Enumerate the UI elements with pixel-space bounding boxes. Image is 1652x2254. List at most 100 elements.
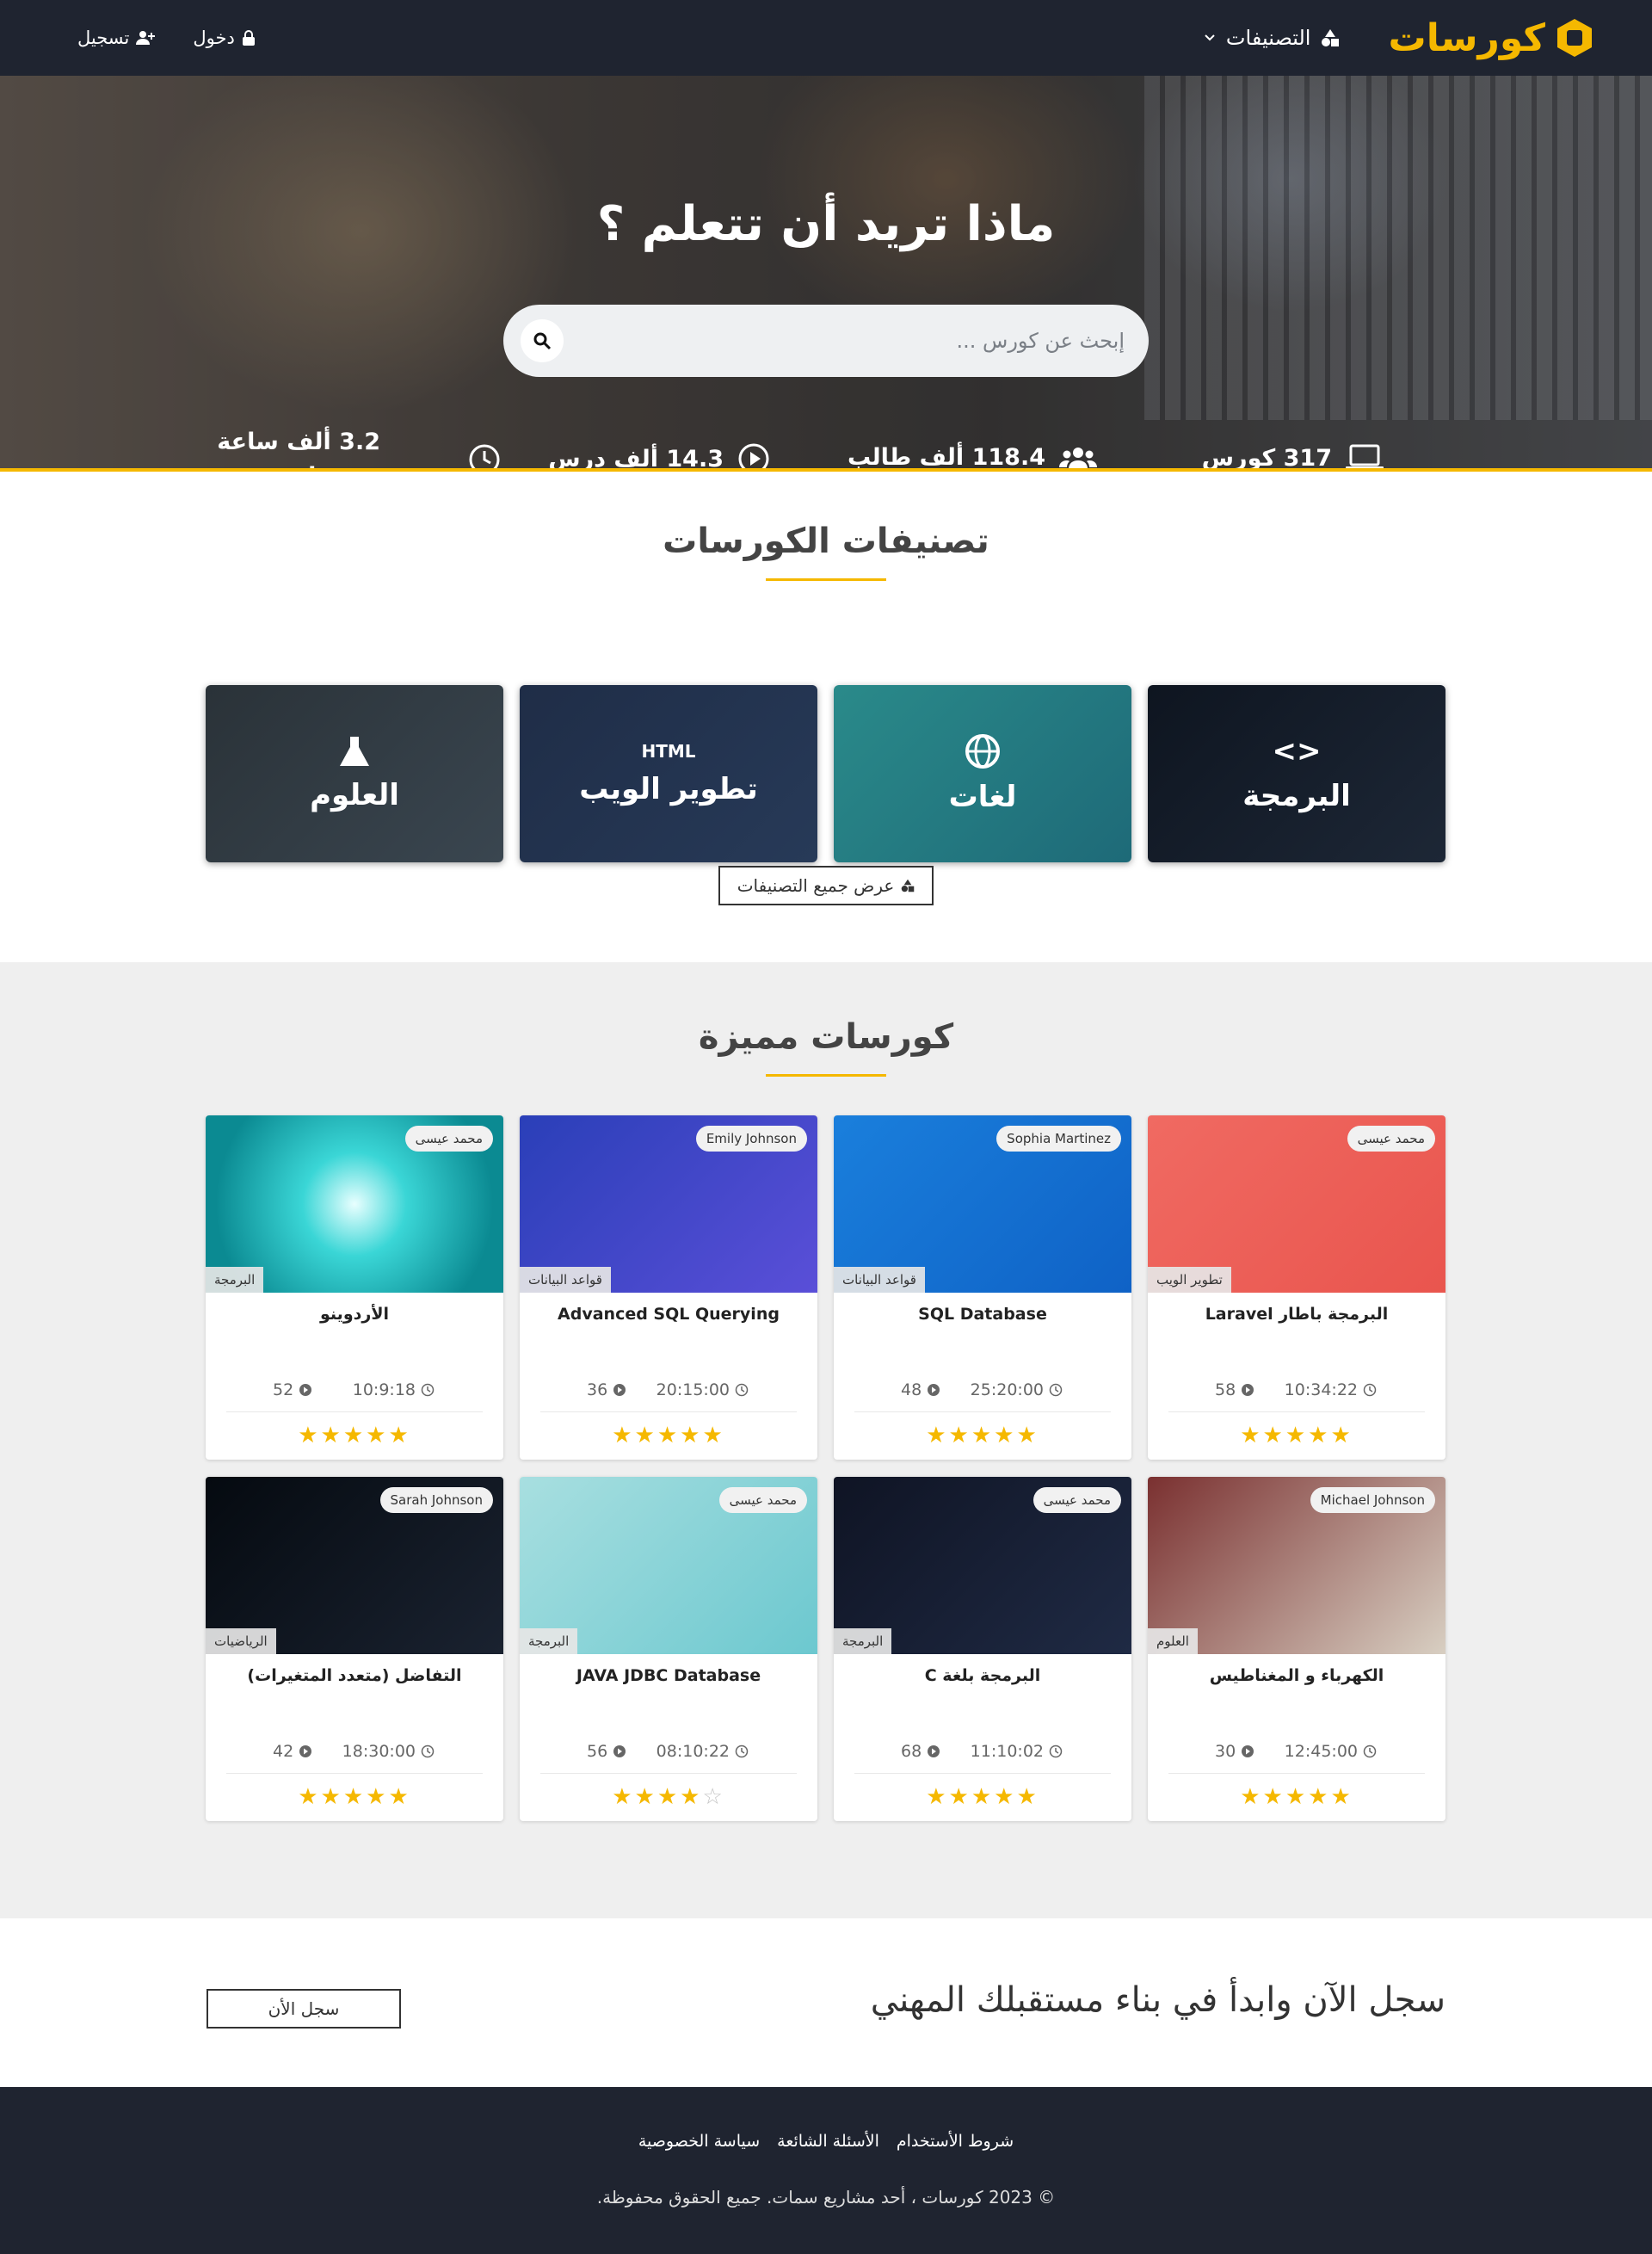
stat-courses: 317 كورس [1202, 444, 1384, 468]
top-navbar: كورسات التصنيفات دخول تسجيل [0, 0, 1652, 76]
course-thumbnail[interactable]: محمد عيسى تطوير الويب [1148, 1115, 1446, 1293]
category-badge[interactable]: البرمجة [834, 1628, 892, 1654]
instructor-badge[interactable]: محمد عيسى [718, 1487, 807, 1513]
instructor-badge[interactable]: محمد عيسى [404, 1126, 493, 1152]
course-duration: 10:9:18 [353, 1380, 435, 1399]
instructor-badge[interactable]: Emily Johnson [695, 1126, 807, 1152]
course-card[interactable]: Sophia Martinez قواعد البيانات SQL Databas… [834, 1115, 1131, 1460]
categories-dropdown[interactable]: التصنيفات [1204, 26, 1341, 50]
instructor-badge[interactable]: محمد عيسى [1032, 1487, 1121, 1513]
category-badge[interactable]: الرياضيات [206, 1628, 276, 1654]
play-circle-icon [1242, 1745, 1254, 1757]
course-card[interactable]: محمد عيسى البرمجة البرمجة بلغة C 68 11:10:02… [834, 1477, 1131, 1821]
categories-label: التصنيفات [1225, 26, 1311, 50]
course-title[interactable]: البرمجة باطار Laravel [1148, 1305, 1446, 1365]
category-badge[interactable]: قواعد البيانات [834, 1267, 925, 1293]
flask-icon [340, 737, 369, 766]
star-filled-icon: ★ [320, 1784, 343, 1810]
html-icon: HTML [641, 741, 696, 762]
star-filled-icon: ★ [680, 1784, 703, 1810]
star-filled-icon: ★ [1285, 1784, 1309, 1810]
course-card[interactable]: Michael Johnson العلوم الكهرباء و المغناطي… [1148, 1477, 1446, 1821]
footer-link-faq[interactable]: الأسئلة الشائعة [777, 2132, 879, 2151]
clock-icon [421, 1745, 435, 1758]
chevron-down-icon [1205, 34, 1215, 41]
category-card-web-dev[interactable]: HTML تطوير الويب [520, 685, 817, 862]
course-title[interactable]: الأردوينو [206, 1305, 503, 1365]
category-badge[interactable]: العلوم [1148, 1628, 1198, 1654]
login-label: دخول [193, 28, 235, 48]
instructor-badge[interactable]: Sarah Johnson [379, 1487, 493, 1513]
course-meta: 48 25:20:00 [854, 1365, 1111, 1412]
course-title[interactable]: البرمجة بلغة C [834, 1666, 1131, 1726]
course-card[interactable]: Emily Johnson قواعد البيانات Advanced SQL … [520, 1115, 817, 1460]
footer-link-privacy[interactable]: سياسة الخصوصية [638, 2132, 760, 2151]
category-badge[interactable]: البرمجة [520, 1628, 578, 1654]
course-thumbnail[interactable]: Michael Johnson العلوم [1148, 1477, 1446, 1654]
stat-students: 118.4 ألف طالب [848, 444, 1097, 468]
category-card-programming[interactable]: <> البرمجة [1148, 685, 1446, 862]
course-duration: 12:45:00 [1285, 1742, 1377, 1761]
rating-stars: ★★★★★ [1148, 1423, 1446, 1448]
category-badge[interactable]: تطوير الويب [1148, 1267, 1231, 1293]
star-filled-icon: ★ [656, 1784, 681, 1810]
course-thumbnail[interactable]: Sophia Martinez قواعد البيانات [834, 1115, 1131, 1293]
search-button[interactable] [521, 319, 564, 362]
stat-lessons: 14.3 ألف درس [548, 442, 770, 468]
course-card[interactable]: محمد عيسى البرمجة الأردوينو 52 10:9:18 ★★★★★ [206, 1115, 503, 1460]
star-filled-icon: ★ [1240, 1784, 1263, 1810]
category-badge[interactable]: البرمجة [206, 1267, 264, 1293]
play-circle-icon [928, 1745, 940, 1757]
nav-right-group: كورسات التصنيفات [1204, 16, 1592, 60]
star-filled-icon: ★ [1308, 1784, 1331, 1810]
course-search-input[interactable] [608, 329, 1125, 353]
course-card[interactable]: محمد عيسى تطوير الويب البرمجة باطار Larave… [1148, 1115, 1446, 1460]
view-all-categories-button[interactable]: عرض جميع التصنيفات [718, 866, 934, 905]
rating-stars: ★★★★☆ [520, 1784, 817, 1810]
login-link[interactable]: دخول [193, 28, 255, 48]
course-thumbnail[interactable]: Sarah Johnson الرياضيات [206, 1477, 503, 1654]
course-title[interactable]: SQL Database [834, 1305, 1131, 1365]
star-filled-icon: ★ [656, 1423, 681, 1448]
course-thumbnail[interactable]: محمد عيسى البرمجة [520, 1477, 817, 1654]
course-title[interactable]: JAVA JDBC Database [520, 1666, 817, 1726]
play-circle-icon [613, 1384, 626, 1396]
clock-icon [1363, 1745, 1377, 1758]
star-filled-icon: ★ [1262, 1784, 1285, 1810]
course-thumbnail[interactable]: محمد عيسى البرمجة [834, 1477, 1131, 1654]
instructor-badge[interactable]: Michael Johnson [1310, 1487, 1435, 1513]
signup-now-button[interactable]: سجل الأن [206, 1989, 401, 2029]
category-card-languages[interactable]: لغات [834, 685, 1131, 862]
star-half-icon: ★ [388, 1784, 411, 1810]
course-meta: 58 10:34:22 [1168, 1365, 1425, 1412]
footer-link-terms[interactable]: شروط الأستخدام [897, 2132, 1014, 2151]
cta-text: سجل الآن وابدأ في بناء مستقبلك المهني [870, 1980, 1446, 2020]
register-link[interactable]: تسجيل [77, 28, 156, 48]
course-title[interactable]: Advanced SQL Querying [520, 1305, 817, 1365]
course-thumbnail[interactable]: محمد عيسى البرمجة [206, 1115, 503, 1293]
star-filled-icon: ★ [320, 1423, 343, 1448]
star-filled-icon: ★ [612, 1784, 635, 1810]
star-half-icon: ★ [1330, 1784, 1353, 1810]
clock-icon [1049, 1745, 1063, 1758]
course-card[interactable]: محمد عيسى البرمجة JAVA JDBC Database 56 08:1… [520, 1477, 817, 1821]
course-card[interactable]: Sarah Johnson الرياضيات التفاضل (متعدد الم… [206, 1477, 503, 1821]
lesson-count: 56 [587, 1742, 626, 1761]
course-title[interactable]: الكهرباء و المغناطيس [1148, 1666, 1446, 1726]
instructor-badge[interactable]: محمد عيسى [1347, 1126, 1435, 1152]
instructor-badge[interactable]: Sophia Martinez [996, 1126, 1121, 1152]
course-title[interactable]: التفاضل (متعدد المتغيرات) [206, 1666, 503, 1726]
search-icon [533, 332, 552, 350]
course-duration: 18:30:00 [342, 1742, 435, 1761]
category-card-science[interactable]: العلوم [206, 685, 503, 862]
lesson-count: 58 [1215, 1380, 1254, 1399]
categories-section-title: تصنيفات الكورسات [663, 522, 989, 561]
course-meta: 36 20:15:00 [540, 1365, 797, 1412]
logo-cube-icon [1557, 19, 1592, 57]
star-filled-icon: ★ [1240, 1423, 1263, 1448]
clock-icon [469, 444, 500, 468]
category-badge[interactable]: قواعد البيانات [520, 1267, 611, 1293]
course-thumbnail[interactable]: Emily Johnson قواعد البيانات [520, 1115, 817, 1293]
lesson-count: 30 [1215, 1742, 1254, 1761]
site-logo[interactable]: كورسات [1388, 16, 1592, 60]
